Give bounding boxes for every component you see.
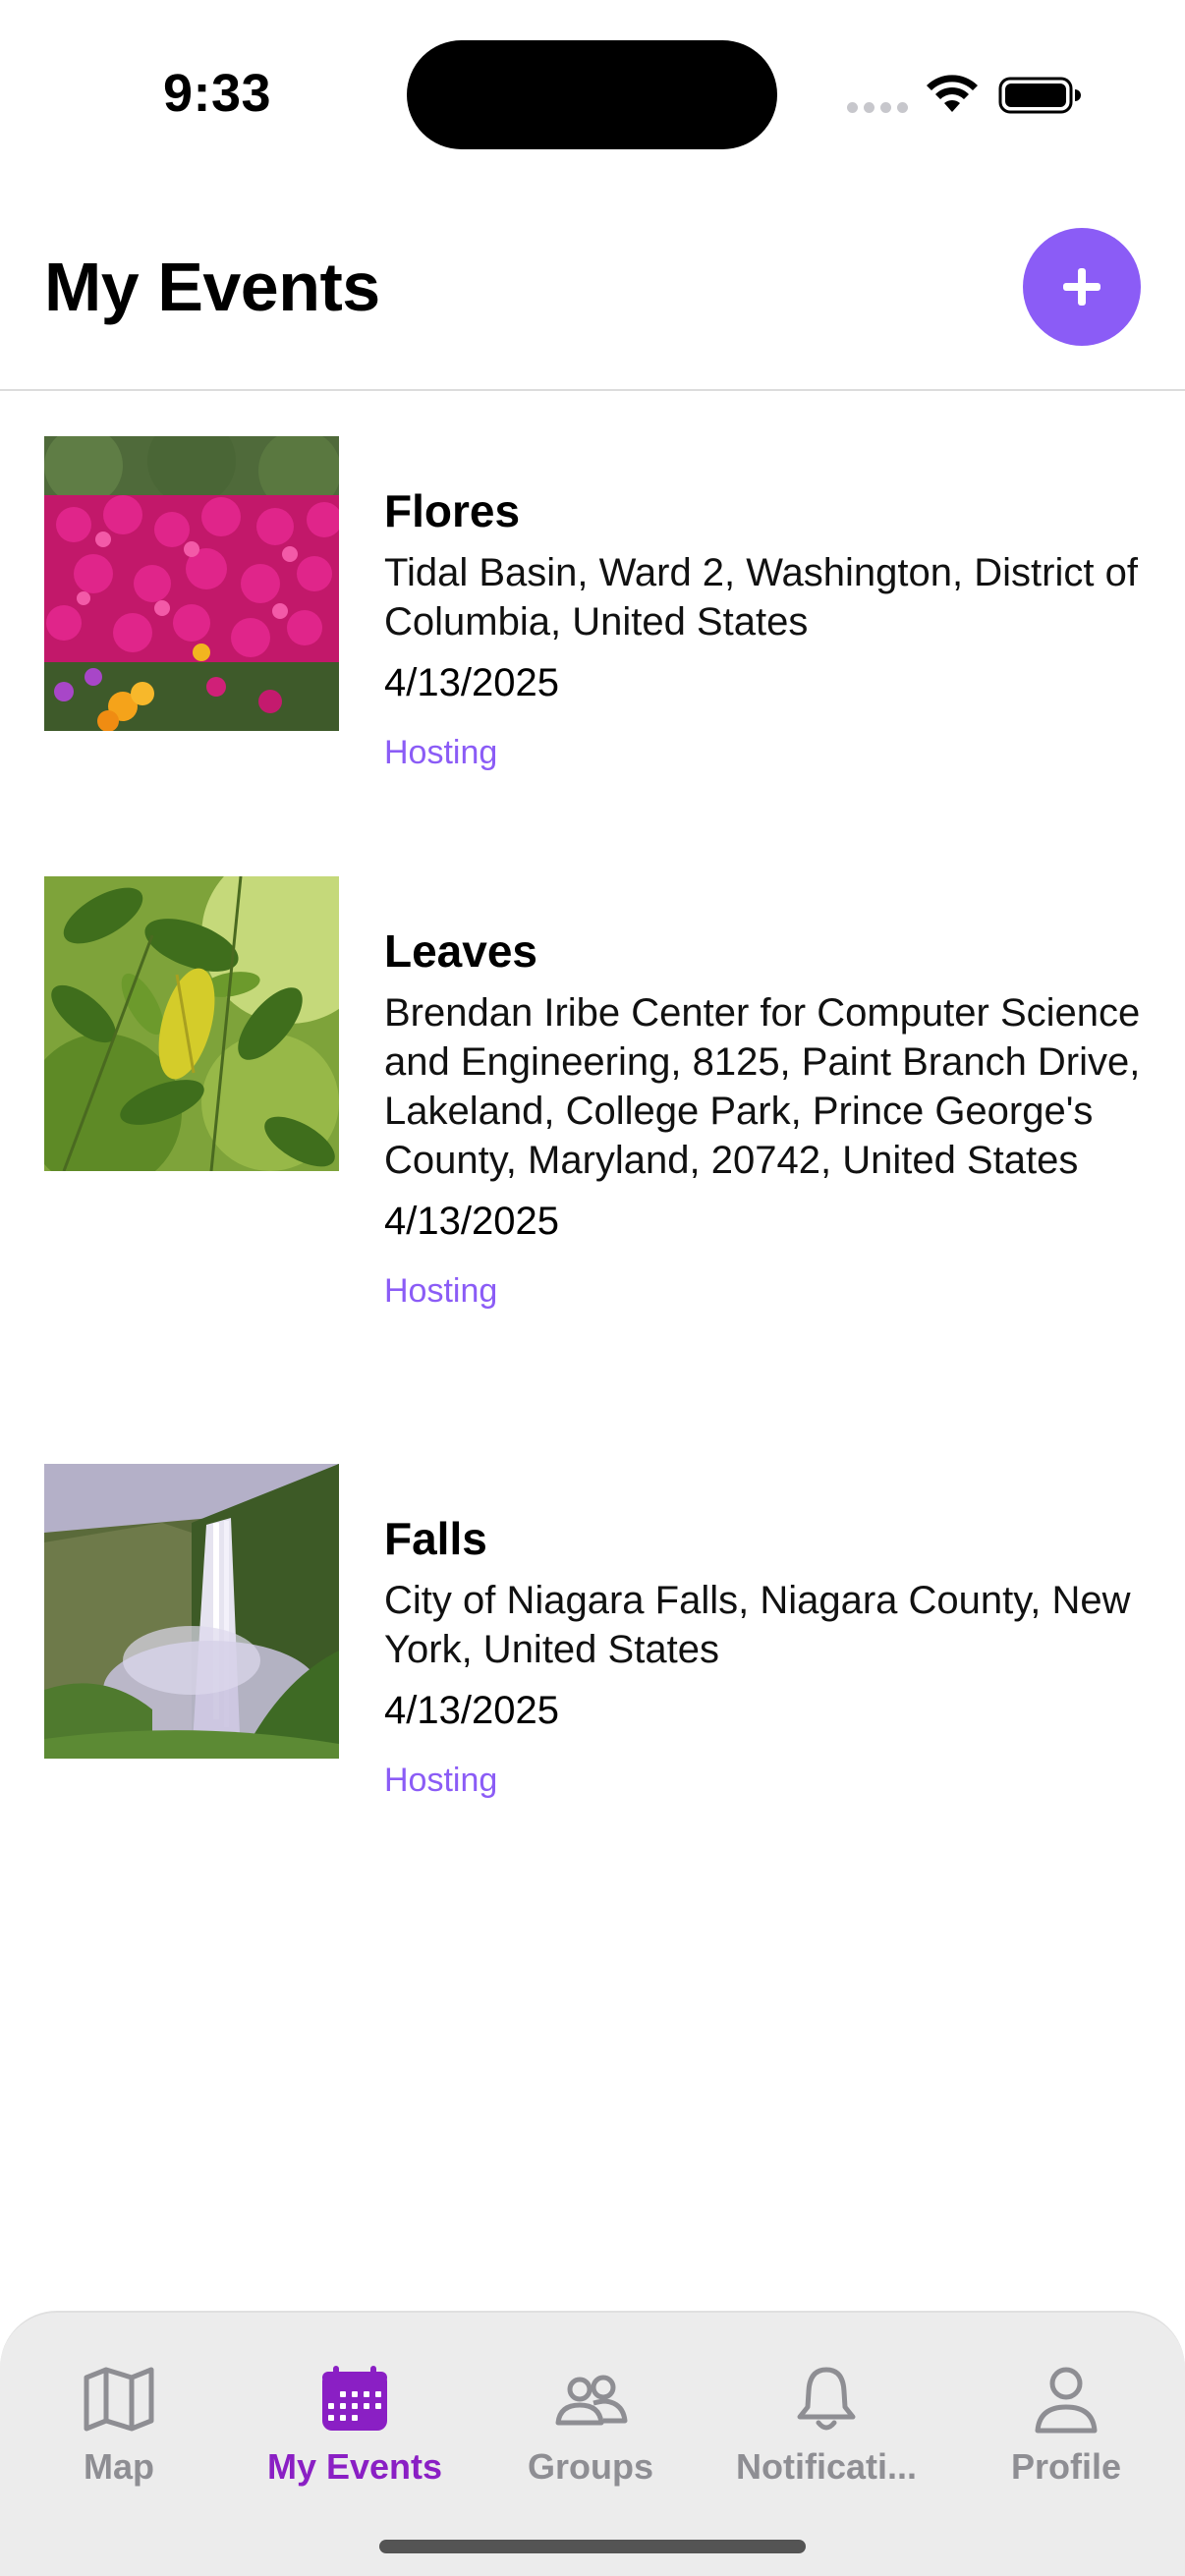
event-role-badge: Hosting xyxy=(384,1762,498,1799)
event-title: Falls xyxy=(384,1513,487,1564)
tab-profile[interactable]: Profile xyxy=(958,2364,1174,2488)
event-date: 4/13/2025 xyxy=(384,1689,559,1732)
battery-icon xyxy=(998,77,1081,114)
tab-map[interactable]: Map xyxy=(11,2364,227,2488)
page-header: My Events xyxy=(0,187,1185,391)
calendar-icon xyxy=(322,2366,387,2431)
add-event-button[interactable] xyxy=(1023,228,1141,346)
event-image-leaves xyxy=(44,876,339,1171)
cellular-signal-icon xyxy=(847,102,908,113)
event-date: 4/13/2025 xyxy=(384,1200,559,1243)
tab-groups[interactable]: Groups xyxy=(482,2364,699,2488)
wifi-icon xyxy=(927,75,978,112)
person-icon xyxy=(1035,2367,1098,2434)
tab-label: Notificati... xyxy=(735,2446,917,2487)
home-indicator[interactable] xyxy=(379,2540,806,2553)
event-role-badge: Hosting xyxy=(384,734,498,771)
event-role-badge: Hosting xyxy=(384,1272,498,1310)
bell-icon xyxy=(797,2367,856,2431)
status-bar: 9:33 xyxy=(0,0,1185,187)
event-image-flowers xyxy=(44,436,339,731)
tab-my-events[interactable]: My Events xyxy=(247,2364,463,2488)
event-title: Leaves xyxy=(384,925,538,977)
event-location: Brendan Iribe Center for Computer Scienc… xyxy=(384,991,1141,1182)
tab-notifications[interactable]: Notificati... xyxy=(718,2364,934,2488)
dynamic-island xyxy=(407,40,777,149)
tab-label: My Events xyxy=(266,2446,443,2487)
tab-bar: Map My Events Groups Notificati... Profi… xyxy=(0,2311,1185,2576)
page-title: My Events xyxy=(44,249,380,325)
plus-icon xyxy=(1063,268,1100,306)
status-time: 9:33 xyxy=(163,64,272,123)
tab-label: Map xyxy=(84,2446,154,2487)
event-image-waterfall xyxy=(44,1464,339,1759)
event-date: 4/13/2025 xyxy=(384,661,559,704)
groups-icon xyxy=(555,2375,628,2426)
event-title: Flores xyxy=(384,485,521,536)
event-location: Tidal Basin, Ward 2, Washington, Distric… xyxy=(384,551,1138,644)
map-icon xyxy=(84,2367,154,2432)
tab-label: Groups xyxy=(527,2446,653,2487)
event-location: City of Niagara Falls, Niagara County, N… xyxy=(384,1579,1131,1671)
tab-label: Profile xyxy=(1010,2446,1122,2487)
